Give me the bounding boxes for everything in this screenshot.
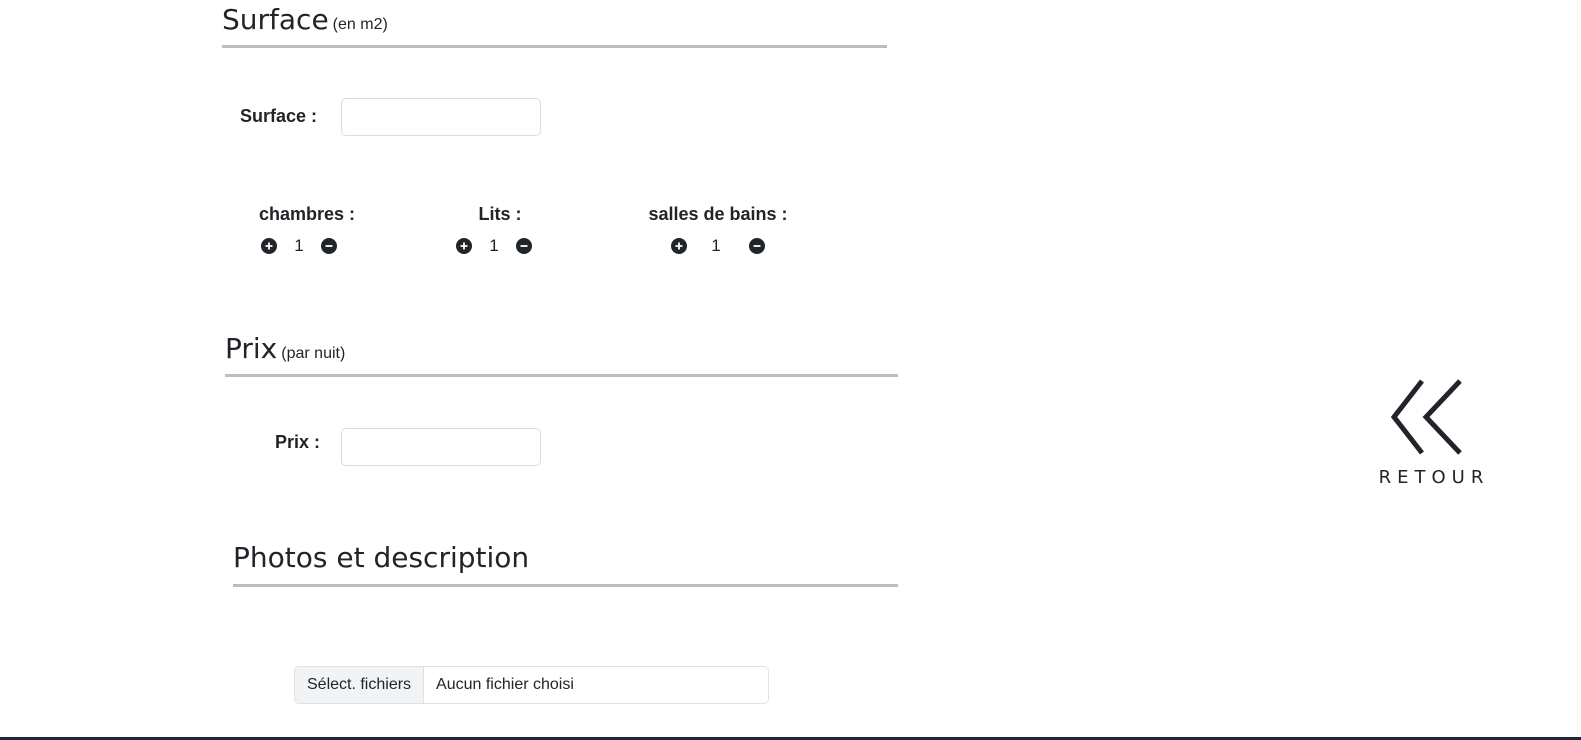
surface-field-label: Surface :	[240, 106, 318, 126]
price-section-title: Prix (par nuit)	[225, 332, 345, 365]
price-divider	[225, 374, 898, 377]
file-picker[interactable]: Sélect. fichiers Aucun fichier choisi	[294, 666, 769, 704]
counter-beds-label: Lits :	[478, 204, 522, 224]
back-label: RETOUR	[1378, 467, 1490, 488]
beds-increment-button[interactable]	[456, 238, 472, 254]
counter-bathrooms-label: salles de bains :	[648, 204, 788, 224]
price-field-label: Prix :	[275, 432, 321, 452]
minus-icon	[520, 245, 528, 247]
plus-icon	[460, 242, 468, 250]
bathrooms-decrement-button[interactable]	[749, 238, 765, 254]
surface-title: Surface	[222, 3, 329, 36]
price-input[interactable]	[341, 428, 541, 466]
photos-section-title: Photos et description	[233, 541, 529, 574]
bedrooms-decrement-button[interactable]	[321, 238, 337, 254]
photos-divider	[233, 584, 898, 587]
counter-bedrooms-label: chambres :	[258, 204, 356, 224]
price-subtitle: (par nuit)	[281, 345, 346, 362]
surface-input[interactable]	[341, 98, 541, 136]
minus-icon	[753, 245, 761, 247]
double-chevron-left-icon	[1390, 379, 1462, 455]
surface-divider	[222, 45, 887, 48]
surface-subtitle: (en m2)	[332, 16, 388, 33]
beds-decrement-button[interactable]	[516, 238, 532, 254]
file-status: Aucun fichier choisi	[436, 676, 574, 693]
bathrooms-increment-button[interactable]	[671, 238, 687, 254]
bedrooms-increment-button[interactable]	[261, 238, 277, 254]
surface-section-title: Surface (en m2)	[222, 3, 388, 36]
minus-icon	[325, 245, 333, 247]
file-select-button[interactable]: Sélect. fichiers	[295, 667, 425, 703]
plus-icon	[265, 242, 273, 250]
bathrooms-value: 1	[711, 236, 721, 255]
plus-icon	[675, 242, 683, 250]
bedrooms-value: 1	[294, 236, 304, 255]
photos-title: Photos et description	[233, 541, 530, 574]
back-link[interactable]: RETOUR	[1372, 375, 1496, 490]
beds-value: 1	[489, 236, 499, 255]
price-title: Prix	[225, 332, 278, 365]
